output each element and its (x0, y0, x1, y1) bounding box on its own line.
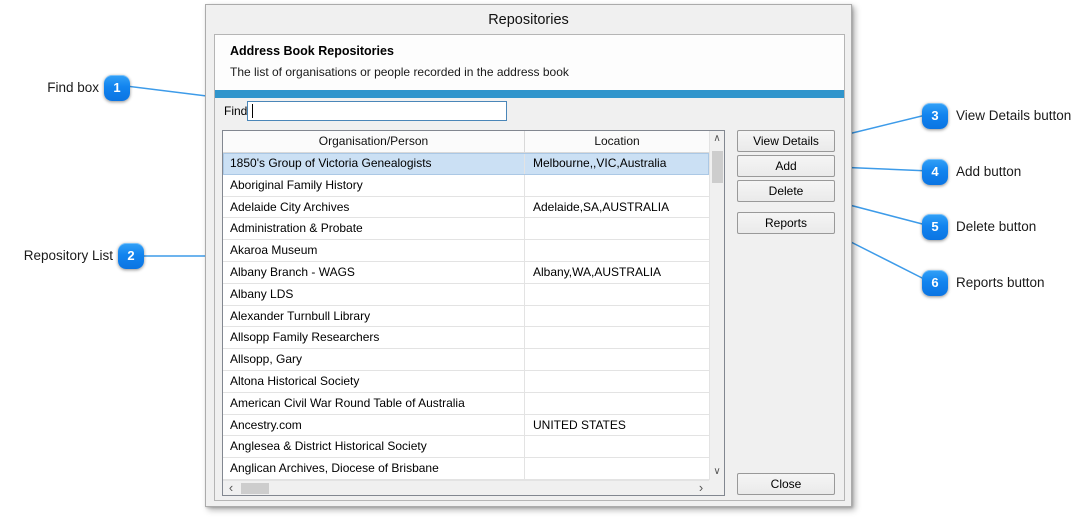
view-details-button[interactable]: View Details (737, 130, 835, 152)
location-cell (525, 349, 709, 371)
table-row[interactable]: Anglesea & District Historical Society (223, 436, 709, 459)
column-header-location[interactable]: Location (525, 131, 709, 152)
location-cell (525, 327, 709, 350)
organisation-cell: American Civil War Round Table of Austra… (223, 392, 525, 415)
organisation-cell: Allsopp, Gary (223, 349, 525, 371)
location-cell: UNITED STATES (525, 415, 709, 437)
column-header-organisation[interactable]: Organisation/Person (223, 131, 525, 152)
table-row[interactable]: Albany LDS (223, 283, 709, 306)
reports-button[interactable]: Reports (737, 212, 835, 234)
find-input[interactable] (247, 101, 507, 121)
table-row[interactable]: Alexander Turnbull Library (223, 305, 709, 328)
organisation-cell: Albany Branch - WAGS (223, 261, 525, 284)
table-row[interactable]: Anglican Archives, Diocese of Brisbane (223, 458, 709, 480)
callout-badge-6: 6 (922, 270, 948, 296)
repository-list: Organisation/Person Location 1850's Grou… (222, 130, 725, 496)
scroll-up-icon[interactable]: ∧ (710, 132, 724, 146)
callout-label-reports: Reports button (956, 275, 1045, 290)
callout-badge-1: 1 (104, 75, 130, 101)
callout-label-find-box: Find box (47, 80, 99, 95)
table-row[interactable]: 1850's Group of Victoria Genealogists Mel… (223, 153, 709, 175)
scroll-down-icon[interactable]: ∨ (710, 465, 724, 479)
callout-label-repository-list: Repository List (23, 248, 113, 263)
table-row[interactable]: Allsopp Family Researchers (223, 327, 709, 350)
organisation-cell: Adelaide City Archives (223, 196, 525, 219)
close-button[interactable]: Close (737, 473, 835, 495)
location-cell (525, 218, 709, 241)
location-cell: Albany,WA,AUSTRALIA (525, 262, 709, 284)
callout-label-delete: Delete button (956, 219, 1037, 234)
organisation-cell: Administration & Probate (223, 218, 525, 241)
callout-badge-3: 3 (922, 103, 948, 129)
location-cell (525, 284, 709, 306)
organisation-cell: Aboriginal Family History (223, 174, 525, 197)
table-row[interactable]: Adelaide City Archives Adelaide,SA,AUSTRA… (223, 196, 709, 219)
panel-header-title: Address Book Repositories (230, 44, 394, 58)
dialog-title: Repositories (488, 12, 569, 28)
organisation-cell: Altona Historical Society (223, 370, 525, 393)
delete-button[interactable]: Delete (737, 180, 835, 202)
panel-header: Address Book Repositories The list of or… (215, 35, 844, 90)
location-cell (525, 240, 709, 262)
repositories-dialog: Repositories Address Book Repositories T… (205, 4, 852, 507)
table-row[interactable]: Albany Branch - WAGS Albany,WA,AUSTRALIA (223, 261, 709, 284)
dialog-content-panel: Address Book Repositories The list of or… (214, 34, 845, 501)
scroll-left-icon[interactable]: ‹ (224, 481, 238, 494)
callout-badge-4: 4 (922, 159, 948, 185)
callout-badge-5: 5 (922, 214, 948, 240)
list-header-row: Organisation/Person Location (223, 131, 709, 153)
help-screenshot-page: Find box 1 Repository List 2 3 View Deta… (0, 0, 1083, 521)
organisation-cell: Alexander Turnbull Library (223, 305, 525, 328)
organisation-cell: Albany LDS (223, 283, 525, 306)
organisation-cell: Anglesea & District Historical Society (223, 436, 525, 459)
organisation-cell: Allsopp Family Researchers (223, 327, 525, 350)
add-button[interactable]: Add (737, 155, 835, 177)
horizontal-scrollbar[interactable]: ‹ › (223, 480, 709, 495)
location-cell: Melbourne,,VIC,Australia (525, 153, 709, 175)
table-row[interactable]: Allsopp, Gary (223, 349, 709, 371)
table-row[interactable]: Altona Historical Society (223, 370, 709, 393)
table-row[interactable]: Ancestry.com UNITED STATES (223, 414, 709, 437)
location-cell (525, 306, 709, 328)
scrollbar-corner (709, 480, 724, 495)
table-row[interactable]: Aboriginal Family History (223, 174, 709, 197)
accent-divider-bar (215, 90, 844, 98)
callout-line-6 (840, 236, 931, 283)
horizontal-scroll-thumb[interactable] (241, 483, 269, 494)
organisation-cell: Akaroa Museum (223, 240, 525, 262)
table-body: 1850's Group of Victoria Genealogists Mel… (223, 153, 709, 480)
organisation-cell: Ancestry.com (223, 414, 525, 437)
location-cell: Adelaide,SA,AUSTRALIA (525, 197, 709, 219)
location-cell (525, 436, 709, 459)
callout-label-add: Add button (956, 164, 1022, 179)
scroll-right-icon[interactable]: › (694, 481, 708, 494)
panel-header-subtitle: The list of organisations or people reco… (230, 65, 569, 79)
vertical-scrollbar[interactable]: ∧ ∨ (709, 131, 724, 480)
vertical-scroll-thumb[interactable] (712, 151, 723, 183)
location-cell (525, 458, 709, 480)
list-columns-area: Organisation/Person Location 1850's Grou… (223, 131, 709, 480)
text-caret (252, 104, 253, 118)
find-label: Find (224, 104, 248, 118)
table-row[interactable]: Akaroa Museum (223, 240, 709, 262)
organisation-cell: 1850's Group of Victoria Genealogists (223, 153, 525, 175)
callout-badge-2: 2 (118, 243, 144, 269)
organisation-cell: Anglican Archives, Diocese of Brisbane (223, 458, 525, 480)
location-cell (525, 175, 709, 197)
table-row[interactable]: American Civil War Round Table of Austra… (223, 392, 709, 415)
location-cell (525, 393, 709, 415)
callout-label-view-details: View Details button (956, 108, 1072, 123)
table-row[interactable]: Administration & Probate (223, 218, 709, 241)
location-cell (525, 371, 709, 393)
